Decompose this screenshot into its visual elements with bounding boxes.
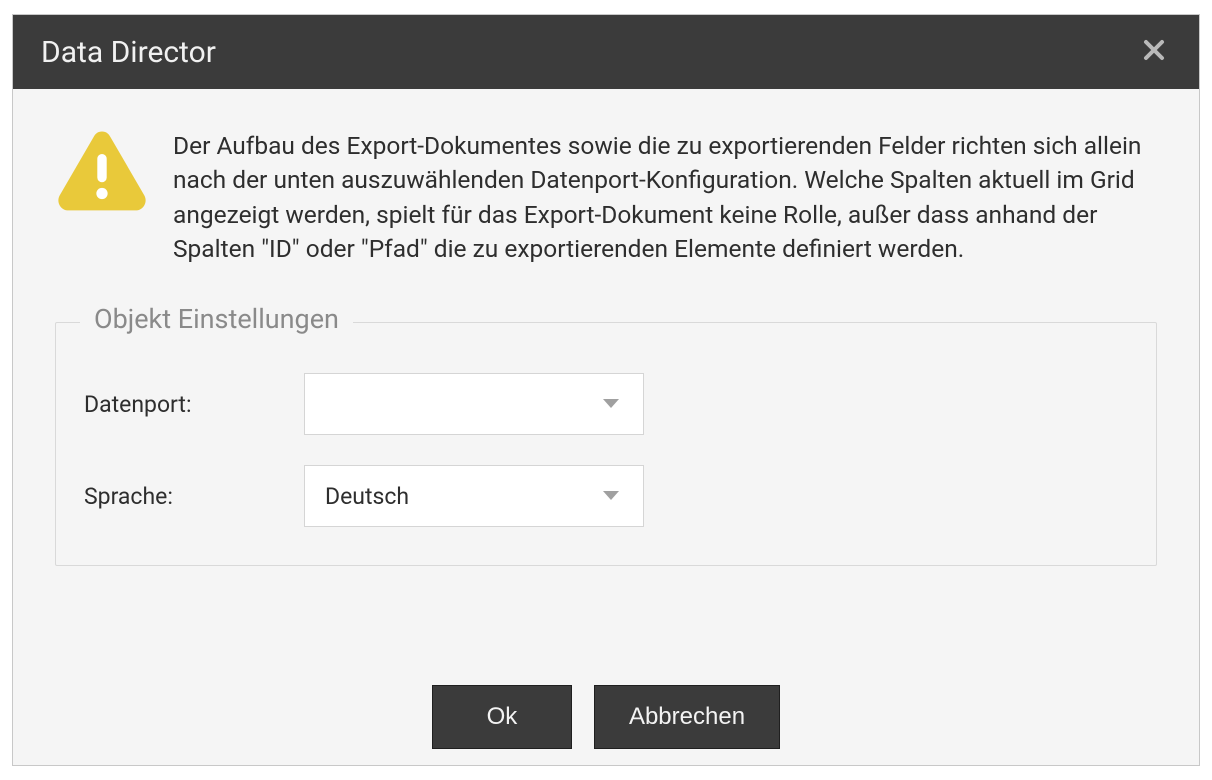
object-settings-fieldset: Objekt Einstellungen Datenport: Sprache:…: [55, 322, 1157, 566]
dataport-row: Datenport:: [84, 373, 1128, 435]
chevron-down-icon: [601, 397, 621, 411]
dialog-titlebar: Data Director: [13, 15, 1199, 89]
fieldset-legend: Objekt Einstellungen: [80, 303, 353, 335]
language-row: Sprache: Deutsch: [84, 465, 1128, 527]
ok-button[interactable]: Ok: [432, 685, 572, 749]
dialog-body: Der Aufbau des Export-Dokumentes sowie d…: [13, 89, 1199, 683]
close-icon: [1142, 38, 1166, 66]
data-director-dialog: Data Director Der Aufbau des Export-Doku…: [12, 14, 1200, 766]
dialog-footer: Ok Abbrechen: [13, 683, 1199, 765]
dialog-title: Data Director: [41, 35, 216, 70]
language-label: Sprache:: [84, 483, 304, 510]
close-button[interactable]: [1137, 35, 1171, 69]
cancel-button[interactable]: Abbrechen: [594, 685, 780, 749]
language-value: Deutsch: [325, 483, 409, 510]
warning-icon: [55, 127, 149, 217]
chevron-down-icon: [601, 489, 621, 503]
info-row: Der Aufbau des Export-Dokumentes sowie d…: [55, 127, 1157, 266]
dataport-label: Datenport:: [84, 391, 304, 418]
dataport-select[interactable]: [304, 373, 644, 435]
language-select[interactable]: Deutsch: [304, 465, 644, 527]
info-text: Der Aufbau des Export-Dokumentes sowie d…: [173, 127, 1157, 266]
